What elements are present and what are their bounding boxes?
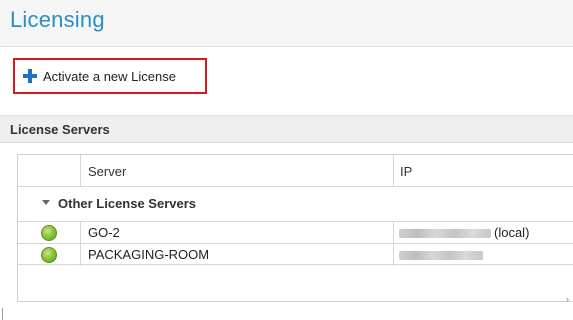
- section-title: License Servers: [10, 122, 110, 137]
- licensing-page: Licensing Activate a new License License…: [0, 0, 573, 320]
- page-title: Licensing: [10, 7, 105, 32]
- license-servers-grid: Server IP Other License Servers GO-2 (lo…: [17, 154, 573, 302]
- column-divider: [393, 155, 394, 187]
- status-online-icon: [41, 225, 57, 241]
- group-label: Other License Servers: [58, 196, 197, 211]
- column-header-server[interactable]: Server: [88, 164, 126, 179]
- column-divider: [393, 244, 394, 266]
- group-row-other-license-servers[interactable]: Other License Servers: [18, 188, 573, 220]
- server-ip: (local): [399, 225, 529, 240]
- status-online-icon: [41, 247, 57, 263]
- activate-license-button[interactable]: Activate a new License: [13, 58, 207, 94]
- server-name: PACKAGING-ROOM: [88, 247, 210, 262]
- plus-icon: [23, 69, 37, 83]
- column-divider: [80, 155, 81, 187]
- activate-license-label: Activate a new License: [43, 68, 176, 84]
- redacted-ip: [399, 251, 483, 261]
- redacted-ip: [399, 229, 491, 239]
- collapse-triangle-icon[interactable]: [42, 200, 50, 205]
- ip-suffix: (local): [494, 225, 530, 240]
- page-header: Licensing: [0, 0, 573, 47]
- table-row[interactable]: GO-2 (local): [18, 221, 573, 244]
- column-divider: [393, 222, 394, 244]
- divider: [2, 308, 3, 320]
- table-row[interactable]: PACKAGING-ROOM: [18, 243, 573, 266]
- license-servers-section-header: License Servers: [0, 115, 573, 143]
- grid-header: Server IP: [18, 155, 573, 187]
- server-ip: [399, 247, 483, 262]
- column-divider: [80, 222, 81, 244]
- column-header-ip[interactable]: IP: [400, 164, 412, 179]
- column-divider: [80, 244, 81, 266]
- scroll-chevron-icon[interactable]: ›: [566, 294, 569, 304]
- server-name: GO-2: [88, 225, 120, 240]
